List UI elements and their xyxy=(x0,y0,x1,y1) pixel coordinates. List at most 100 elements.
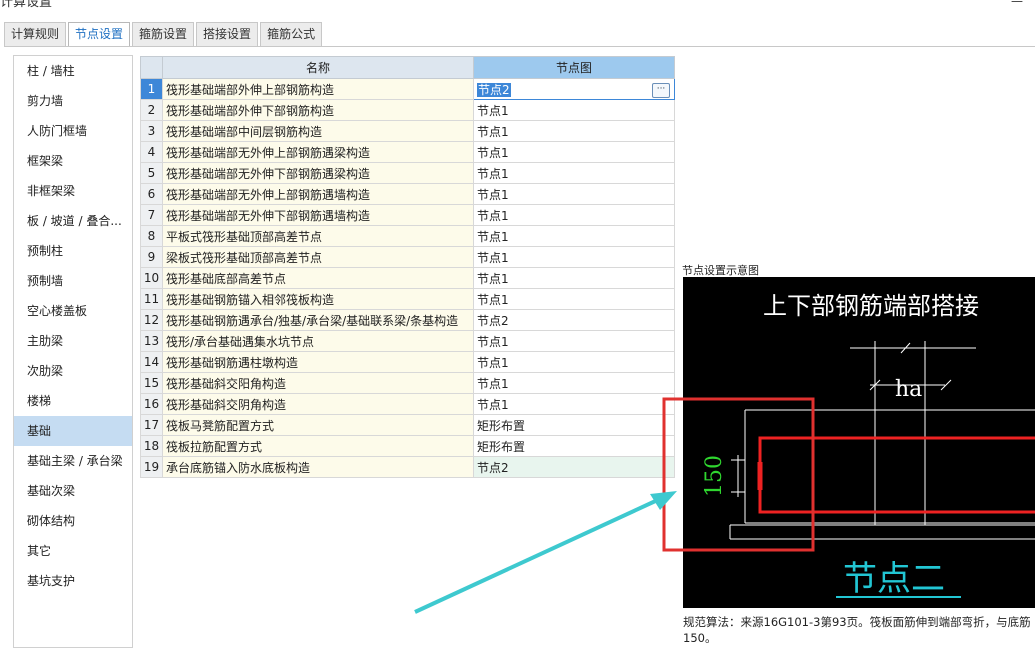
table-row[interactable]: 15 筏形基础斜交阳角构造 节点1 xyxy=(140,372,675,394)
sidebar-item[interactable]: 非框架梁 xyxy=(14,176,132,206)
sidebar-item[interactable]: 人防门框墙 xyxy=(14,116,132,146)
table-row[interactable]: 18 筏板拉筋配置方式 矩形布置 xyxy=(140,435,675,457)
sidebar-item[interactable]: 主肋梁 xyxy=(14,326,132,356)
rule-description-line1: 规范算法：来源16G101-3第93页。筏板面筋伸到端部弯折，与底筋 xyxy=(683,615,1031,629)
node-cell[interactable]: 矩形布置 xyxy=(473,435,675,457)
sidebar-item[interactable]: 空心楼盖板 xyxy=(14,296,132,326)
row-name: 筏板马凳筋配置方式 xyxy=(162,414,474,436)
row-number: 7 xyxy=(140,204,163,226)
row-name: 筏形基础钢筋遇承台/独基/承台梁/基础联系梁/条基构造 xyxy=(162,309,474,331)
table-row[interactable]: 7 筏形基础端部无外伸下部钢筋遇墙构造 节点1 xyxy=(140,204,675,226)
node-cell[interactable]: 节点1 xyxy=(473,204,675,226)
node-cell[interactable]: 节点1 xyxy=(473,120,675,142)
table-row[interactable]: 19 承台底筋锚入防水底板构造 节点2 xyxy=(140,456,675,478)
node-cell[interactable]: 节点1 xyxy=(473,330,675,352)
sidebar-item[interactable]: 基坑支护 xyxy=(14,566,132,596)
sidebar-item[interactable]: 框架梁 xyxy=(14,146,132,176)
sidebar-item[interactable]: 柱 / 墙柱 xyxy=(14,56,132,86)
node-cell[interactable]: 节点1 xyxy=(473,288,675,310)
table-row[interactable]: 1 筏形基础端部外伸上部钢筋构造 ··· 节点2 xyxy=(140,78,675,100)
table-row[interactable]: 13 筏形/承台基础遇集水坑节点 节点1 xyxy=(140,330,675,352)
node-cell[interactable]: 节点1 xyxy=(473,162,675,184)
node-value: 节点2 xyxy=(477,82,511,97)
row-number: 8 xyxy=(140,225,163,247)
node-cell[interactable]: 节点1 xyxy=(473,246,675,268)
node-column-header: 节点图 xyxy=(473,56,675,79)
sidebar-item[interactable]: 次肋梁 xyxy=(14,356,132,386)
node-cell[interactable]: 节点1 xyxy=(473,99,675,121)
tab-stirrup-formula[interactable]: 箍筋公式 xyxy=(260,22,323,46)
row-name: 筏形基础钢筋锚入相邻筏板构造 xyxy=(162,288,474,310)
table-row[interactable]: 17 筏板马凳筋配置方式 矩形布置 xyxy=(140,414,675,436)
table-row[interactable]: 3 筏形基础端部中间层钢筋构造 节点1 xyxy=(140,120,675,142)
table-row[interactable]: 5 筏形基础端部无外伸下部钢筋遇梁构造 节点1 xyxy=(140,162,675,184)
row-name: 筏形基础斜交阳角构造 xyxy=(162,372,474,394)
row-number: 19 xyxy=(140,456,163,478)
table-row[interactable]: 9 梁板式筏形基础顶部高差节点 节点1 xyxy=(140,246,675,268)
node-cell[interactable]: 节点1 xyxy=(473,393,675,415)
table-row[interactable]: 2 筏形基础端部外伸下部钢筋构造 节点1 xyxy=(140,99,675,121)
node-cell[interactable]: 节点1 xyxy=(473,267,675,289)
node-cell[interactable]: 节点1 xyxy=(473,183,675,205)
row-name: 筏形基础端部外伸下部钢筋构造 xyxy=(162,99,474,121)
row-number: 10 xyxy=(140,267,163,289)
node-diagram-drawing: 上下部钢筋端部搭接 ha 150 节点二 xyxy=(702,292,1035,599)
node-cell[interactable]: 节点1 xyxy=(473,351,675,373)
tab-stirrup-settings[interactable]: 箍筋设置 xyxy=(132,22,195,46)
sidebar-item[interactable]: 板 / 坡道 / 叠合... xyxy=(14,206,132,236)
row-name: 筏形基础端部中间层钢筋构造 xyxy=(162,120,474,142)
node-diagram: 上下部钢筋端部搭接 ha 150 节点二 xyxy=(683,277,1035,608)
tab-node-settings[interactable]: 节点设置 xyxy=(68,22,131,47)
node-cell[interactable]: 矩形布置 xyxy=(473,414,675,436)
rule-description: 规范算法：来源16G101-3第93页。筏板面筋伸到端部弯折，与底筋 150。 xyxy=(683,614,1035,646)
sidebar-item-foundation[interactable]: 基础 xyxy=(14,416,132,446)
node-cell[interactable]: 节点1 xyxy=(473,225,675,247)
table-row[interactable]: 6 筏形基础端部无外伸上部钢筋遇墙构造 节点1 xyxy=(140,183,675,205)
tab-lap-settings[interactable]: 搭接设置 xyxy=(196,22,259,46)
node-cell[interactable]: 节点1 xyxy=(473,141,675,163)
sidebar-item[interactable]: 预制墙 xyxy=(14,266,132,296)
ellipsis-button[interactable]: ··· xyxy=(652,82,670,98)
sidebar-item[interactable]: 楼梯 xyxy=(14,386,132,416)
row-name: 筏形基础端部外伸上部钢筋构造 xyxy=(162,78,474,100)
sidebar-item[interactable]: 预制柱 xyxy=(14,236,132,266)
row-number: 9 xyxy=(140,246,163,268)
minimize-button[interactable]: — xyxy=(1011,0,1023,8)
sidebar-item[interactable]: 基础次梁 xyxy=(14,476,132,506)
row-name: 筏形基础端部无外伸下部钢筋遇梁构造 xyxy=(162,162,474,184)
row-name: 筏形/承台基础遇集水坑节点 xyxy=(162,330,474,352)
table-row[interactable]: 16 筏形基础斜交阴角构造 节点1 xyxy=(140,393,675,415)
row-number: 6 xyxy=(140,183,163,205)
row-number: 12 xyxy=(140,309,163,331)
node-cell[interactable]: ··· 节点2 xyxy=(473,78,675,100)
dimension-150: 150 xyxy=(702,455,727,497)
row-name: 筏形基础端部无外伸上部钢筋遇墙构造 xyxy=(162,183,474,205)
table-row[interactable]: 14 筏形基础钢筋遇柱墩构造 节点1 xyxy=(140,351,675,373)
sidebar-item[interactable]: 基础主梁 / 承台梁 xyxy=(14,446,132,476)
sidebar-item[interactable]: 剪力墙 xyxy=(14,86,132,116)
sidebar-item[interactable]: 其它 xyxy=(14,536,132,566)
diagram-label: 节点设置示意图 xyxy=(682,264,759,277)
table-row[interactable]: 12 筏形基础钢筋遇承台/独基/承台梁/基础联系梁/条基构造 节点2 xyxy=(140,309,675,331)
table-row[interactable]: 4 筏形基础端部无外伸上部钢筋遇梁构造 节点1 xyxy=(140,141,675,163)
node-cell[interactable]: 节点2 xyxy=(473,309,675,331)
row-number: 4 xyxy=(140,141,163,163)
row-number: 3 xyxy=(140,120,163,142)
node-cell[interactable]: 节点1 xyxy=(473,372,675,394)
table-row[interactable]: 11 筏形基础钢筋锚入相邻筏板构造 节点1 xyxy=(140,288,675,310)
annotation-arrow xyxy=(414,496,663,614)
row-number: 16 xyxy=(140,393,163,415)
sidebar-item[interactable]: 砌体结构 xyxy=(14,506,132,536)
row-number: 5 xyxy=(140,162,163,184)
table-row[interactable]: 10 筏形基础底部高差节点 节点1 xyxy=(140,267,675,289)
node-cell[interactable]: 节点2 xyxy=(473,456,675,478)
tab-calc-rules[interactable]: 计算规则 xyxy=(4,22,67,46)
table-row[interactable]: 8 平板式筏形基础顶部高差节点 节点1 xyxy=(140,225,675,247)
name-column-header: 名称 xyxy=(162,56,474,79)
row-number: 15 xyxy=(140,372,163,394)
row-name: 筏板拉筋配置方式 xyxy=(162,435,474,457)
row-name: 梁板式筏形基础顶部高差节点 xyxy=(162,246,474,268)
row-number: 11 xyxy=(140,288,163,310)
row-number: 14 xyxy=(140,351,163,373)
row-name: 筏形基础底部高差节点 xyxy=(162,267,474,289)
